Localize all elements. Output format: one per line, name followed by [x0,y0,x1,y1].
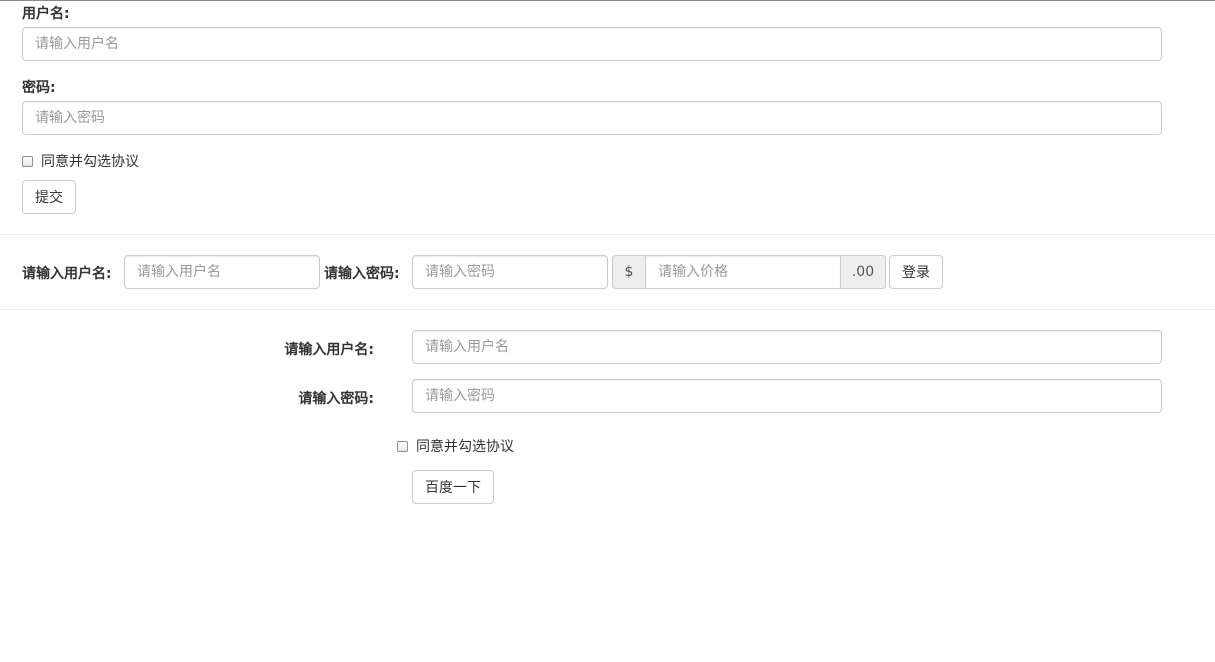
submit-button[interactable]: 提交 [22,180,76,214]
agree-label: 同意并勾选协议 [41,154,139,170]
inline-password-input[interactable] [412,255,608,289]
agree-checkbox[interactable] [22,155,33,167]
horizontal-password-input[interactable] [412,379,1162,413]
horizontal-agree-checkbox[interactable] [397,440,408,452]
inline-password-label: 请输入密码: [324,266,400,282]
username-label: 用户名: [22,6,70,22]
baidu-search-button[interactable]: 百度一下 [412,470,494,504]
top-border [0,0,1215,1]
inline-username-label: 请输入用户名: [22,266,112,282]
horizontal-username-label: 请输入用户名: [284,342,374,358]
price-suffix-addon: .00 [840,255,886,289]
currency-prefix-addon: $ [612,255,646,289]
price-input[interactable] [645,255,841,289]
login-button[interactable]: 登录 [889,255,943,289]
horizontal-password-label: 请输入密码: [298,391,374,407]
password-input[interactable] [22,101,1162,135]
horizontal-username-input[interactable] [412,330,1162,364]
divider [0,309,1215,310]
horizontal-agree-checkbox-row[interactable]: 同意并勾选协议 [397,436,514,456]
agree-checkbox-row[interactable]: 同意并勾选协议 [22,151,139,171]
password-label: 密码: [22,80,56,96]
inline-username-input[interactable] [124,255,320,289]
horizontal-agree-label: 同意并勾选协议 [416,439,514,455]
username-input[interactable] [22,27,1162,61]
divider [0,234,1215,235]
